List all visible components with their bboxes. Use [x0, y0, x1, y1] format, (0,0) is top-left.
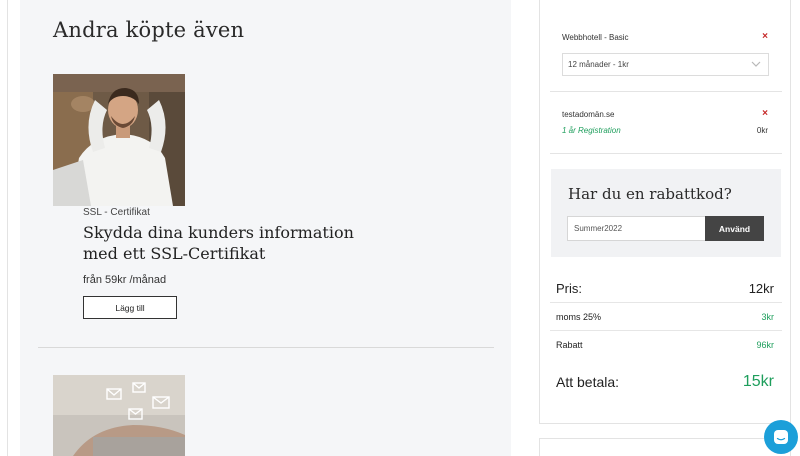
coupon-box: Har du en rabattkod? Använd — [551, 169, 781, 257]
remove-item-close-icon[interactable]: × — [762, 108, 768, 119]
coupon-input[interactable] — [567, 216, 706, 241]
product-image-email — [53, 375, 185, 456]
vat-value: 3kr — [761, 312, 774, 322]
cart-panel: Webbhotell - Basic × 12 månader - 1kr te… — [539, 0, 791, 424]
page-left-edge — [0, 0, 8, 456]
upsell-heading: Andra köpte även — [53, 18, 245, 42]
cart-panel-secondary — [539, 438, 791, 456]
vat-label: moms 25% — [556, 312, 602, 322]
product-divider — [38, 347, 494, 348]
product-image-ssl — [53, 74, 185, 206]
upsell-section: Andra köpte även SSL - Certifikat Skydda… — [20, 0, 511, 456]
product-price: från 59kr /månad — [83, 274, 167, 286]
cart-item-name: Webbhotell - Basic — [562, 33, 629, 42]
discount-value: 96kr — [756, 340, 774, 350]
product-title: Skydda dina kunders information med ett … — [83, 223, 354, 263]
add-to-cart-button[interactable]: Lägg till — [83, 296, 177, 319]
registration-period: 1 år Registration — [562, 126, 621, 135]
price-value: 12kr — [748, 281, 774, 296]
apply-coupon-button[interactable]: Använd — [705, 216, 764, 241]
period-select-value: 12 månader - 1kr — [568, 60, 629, 69]
chevron-down-icon — [751, 59, 761, 71]
product-category: SSL - Certifikat — [83, 207, 150, 218]
period-select[interactable]: 12 månader - 1kr — [562, 53, 769, 76]
cart-item-name: testadomän.se — [562, 110, 615, 119]
discount-label: Rabatt — [556, 340, 583, 350]
summary-separator — [550, 330, 782, 331]
chat-icon[interactable] — [764, 420, 798, 454]
coupon-title: Har du en rabattkod? — [568, 185, 732, 203]
total-label: Att betala: — [556, 374, 620, 390]
registration-price: 0kr — [756, 126, 768, 135]
summary-separator — [550, 302, 782, 303]
cart-separator — [550, 91, 782, 92]
total-value: 15kr — [742, 373, 774, 390]
cart-separator — [550, 153, 782, 154]
price-label: Pris: — [556, 281, 582, 296]
remove-item-close-icon[interactable]: × — [762, 31, 768, 42]
